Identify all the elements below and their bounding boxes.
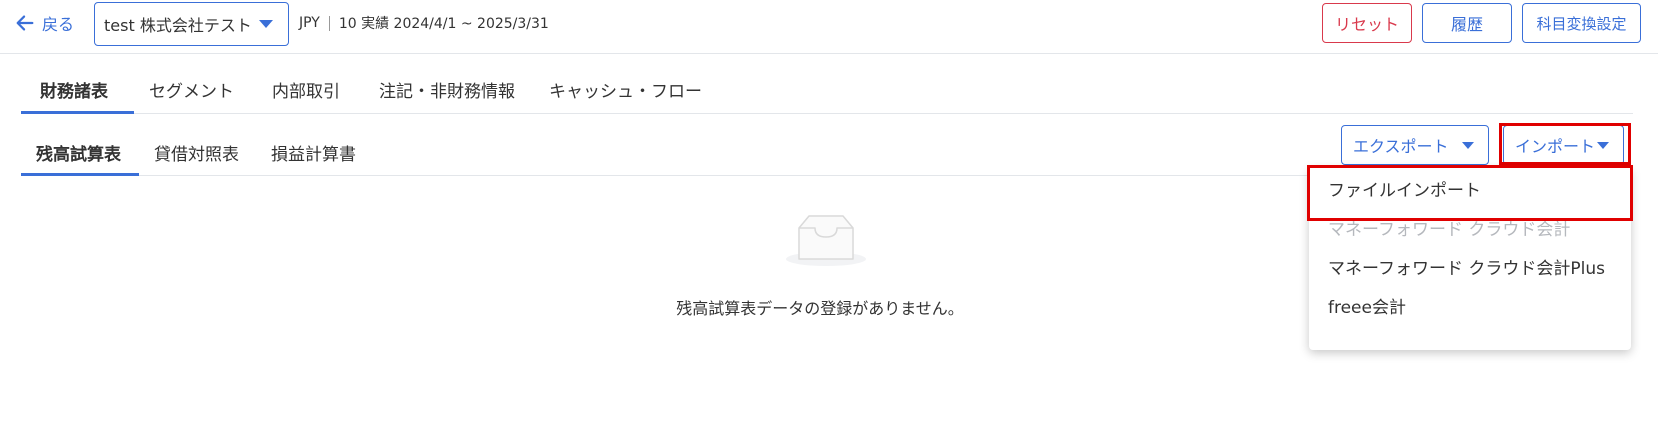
menu-item-file-import[interactable]: ファイルインポート bbox=[1328, 176, 1481, 201]
account-conversion-button[interactable]: 科目変換設定 bbox=[1522, 3, 1641, 43]
active-tab-indicator bbox=[21, 111, 134, 114]
caret-down-icon bbox=[1462, 142, 1474, 149]
back-label: 戻る bbox=[42, 15, 75, 34]
tab-notes-nonfinancial[interactable]: 注記・非財務情報 bbox=[379, 77, 515, 102]
period-label: 10 実績 2024/4/1 ~ 2025/3/31 bbox=[338, 16, 549, 32]
tab-trial-balance[interactable]: 残高試算表 bbox=[36, 140, 121, 165]
tab-balance-sheet[interactable]: 貸借対照表 bbox=[154, 140, 239, 165]
top-header: 戻る test 株式会社テスト JPY 10 実績 2024/4/1 ~ 202… bbox=[0, 0, 1658, 54]
tab-cash-flow[interactable]: キャッシュ・フロー bbox=[549, 77, 702, 102]
menu-item-mf-cloud-accounting-plus[interactable]: マネーフォワード クラウド会計Plus bbox=[1328, 254, 1605, 279]
primary-tabs: 財務諸表 セグメント 内部取引 注記・非財務情報 キャッシュ・フロー bbox=[21, 66, 1633, 114]
caret-down-icon bbox=[259, 20, 273, 28]
history-button[interactable]: 履歴 bbox=[1422, 3, 1512, 43]
company-select[interactable]: test 株式会社テスト bbox=[94, 2, 289, 46]
report-meta: JPY 10 実績 2024/4/1 ~ 2025/3/31 bbox=[299, 13, 549, 33]
tab-income-statement[interactable]: 損益計算書 bbox=[271, 140, 356, 165]
currency-label: JPY bbox=[299, 15, 320, 31]
back-button[interactable]: 戻る bbox=[14, 11, 74, 35]
reset-button[interactable]: リセット bbox=[1322, 3, 1412, 43]
arrow-left-icon bbox=[16, 15, 34, 31]
import-dropdown-menu: ファイルインポート マネーフォワード クラウド会計 マネーフォワード クラウド会… bbox=[1309, 167, 1631, 350]
divider bbox=[328, 15, 330, 31]
tab-financial-statements[interactable]: 財務諸表 bbox=[40, 77, 108, 102]
caret-down-icon bbox=[1597, 142, 1609, 149]
tab-intercompany[interactable]: 内部取引 bbox=[272, 77, 340, 102]
import-label: インポート bbox=[1515, 137, 1596, 156]
active-subtab-indicator bbox=[21, 173, 139, 176]
menu-item-mf-cloud-accounting: マネーフォワード クラウド会計 bbox=[1328, 220, 1571, 240]
empty-state-message: 残高試算表データの登録がありません。 bbox=[676, 299, 964, 318]
export-label: エクスポート bbox=[1353, 137, 1449, 156]
export-button[interactable]: エクスポート bbox=[1341, 125, 1489, 165]
tab-segment[interactable]: セグメント bbox=[149, 77, 234, 102]
inbox-icon bbox=[786, 215, 866, 266]
import-button[interactable]: インポート bbox=[1503, 125, 1624, 165]
company-name: test 株式会社テスト bbox=[104, 16, 252, 35]
